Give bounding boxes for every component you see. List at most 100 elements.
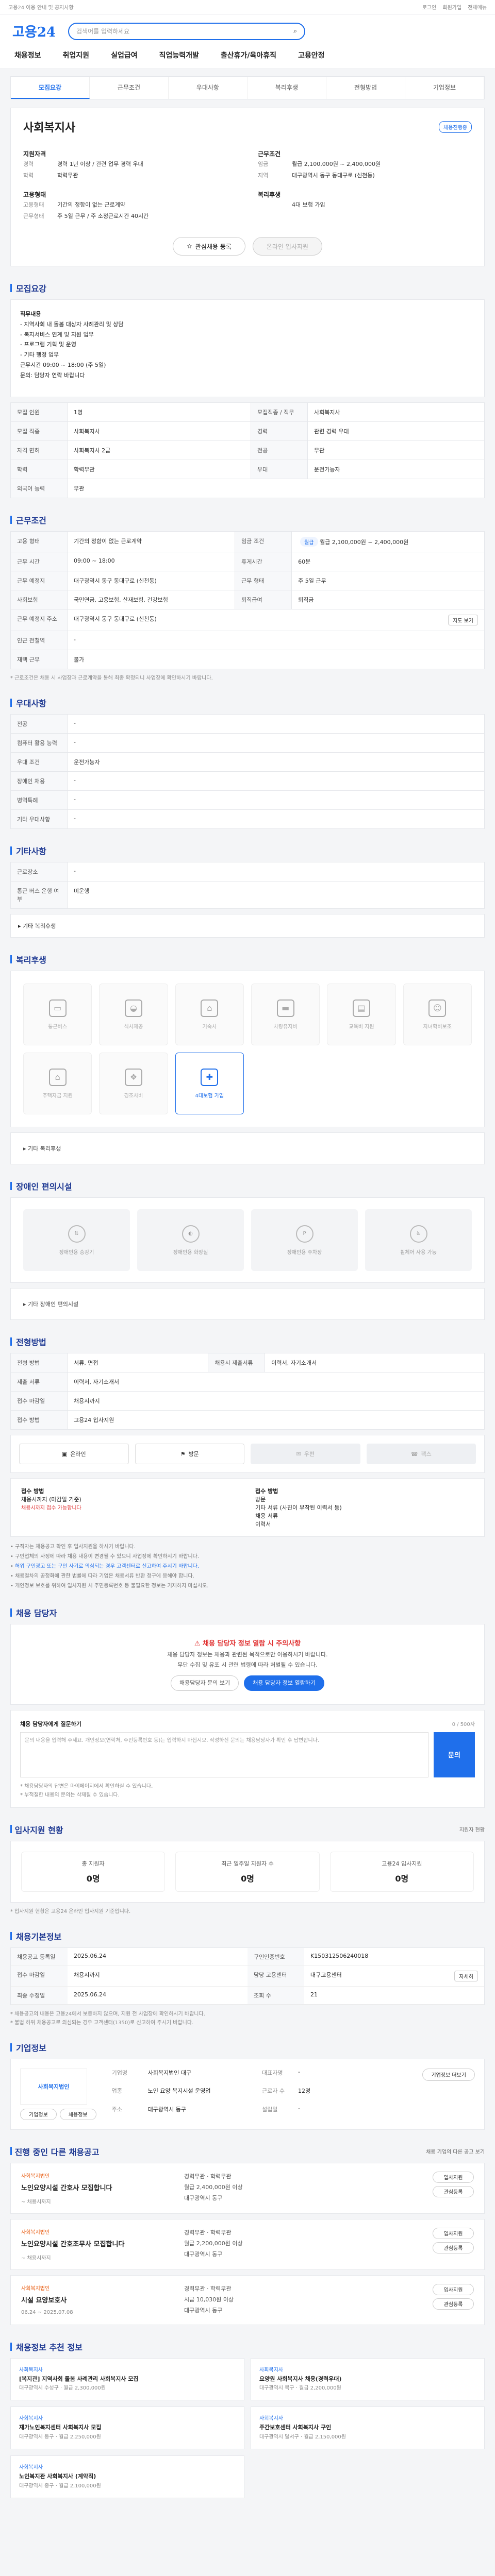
signup-link[interactable]: 회원가입 xyxy=(442,3,461,11)
other-welfare-text: 기타 복리후생 xyxy=(23,923,56,929)
login-link[interactable]: 로그인 xyxy=(422,3,437,11)
company-info-link[interactable]: 기업정보 xyxy=(20,2108,57,2120)
star-icon: ☆ xyxy=(187,243,192,250)
global-nav: 채용정보 취업지원 실업급여 직업능력개발 출산휴가/육아휴직 고용안정 xyxy=(12,47,483,63)
table-row: 컴퓨터 활용 능력 - xyxy=(10,733,485,753)
tab-preference[interactable]: 우대사항 xyxy=(169,77,248,99)
region-label: 지역 xyxy=(258,172,269,179)
rec-title[interactable]: 주간보호센터 사회복지사 구인 xyxy=(259,2423,476,2433)
rec-title[interactable]: 요양원 사회복지사 채용(경력우대) xyxy=(259,2375,476,2384)
recommend-card[interactable]: 사회복지사 주간보호센터 사회복지사 구인 대구광역시 달서구 · 월급 2,150… xyxy=(251,2406,485,2450)
table-row: 학력 학력무관 우대 운전가능자 xyxy=(10,460,485,479)
welfare-item: ❖ 경조사비 xyxy=(99,1053,168,1114)
welfare-item: ◒ 식사제공 xyxy=(99,984,168,1045)
gnb-item-support[interactable]: 취업지원 xyxy=(63,47,90,63)
row-value: - xyxy=(67,631,485,650)
job-apply-button[interactable]: 입사지원 xyxy=(433,2171,474,2183)
stats-section-title: 입사지원 현황 지원자 현황 xyxy=(10,1823,485,1836)
company-more-button[interactable]: 기업정보 더보기 xyxy=(422,2068,475,2081)
other-title-text: 기타사항 xyxy=(16,846,46,856)
tab-company[interactable]: 기업정보 xyxy=(405,77,484,99)
job-apply-button[interactable]: 입사지원 xyxy=(433,2283,474,2295)
job-scrap-button[interactable]: 관심등록 xyxy=(433,2242,474,2253)
method-visit[interactable]: ⚑ 방문 xyxy=(135,1444,244,1464)
welfare-label: 주택자금 지원 xyxy=(42,1093,73,1099)
notice-list: • 구직자는 채용공고 확인 후 입사지원을 하시기 바랍니다. • 구인업체의… xyxy=(10,1542,485,1591)
row-value: 1명 xyxy=(67,402,251,422)
disability-item: ⇅ 장애인용 승강기 xyxy=(23,1209,130,1271)
recommend-card[interactable]: 사회복지사 요양원 사회복지사 채용(경력우대) 대구광역시 북구 · 월급 2,2… xyxy=(251,2358,485,2401)
tab-method[interactable]: 전형방법 xyxy=(326,77,405,99)
gnb-item-benefit[interactable]: 실업급여 xyxy=(111,47,138,63)
row-key: 전공 xyxy=(10,714,68,734)
tab-welfare[interactable]: 복리후생 xyxy=(248,77,326,99)
method-title-text: 전형방법 xyxy=(16,1337,46,1347)
footer-spacer xyxy=(10,2498,485,2509)
row-value: 미운행 xyxy=(67,881,485,909)
contact-view-button[interactable]: 채용 담당자 정보 열람하기 xyxy=(244,1675,324,1691)
gnb-item-jobs[interactable]: 채용정보 xyxy=(14,47,41,63)
gnb-item-training[interactable]: 직업능력개발 xyxy=(159,47,199,63)
inquiry-textarea[interactable]: 문의 내용을 입력해 주세요. 개인정보(연락처, 주민등록번호 등)는 입력하… xyxy=(20,1732,428,1777)
region-value: 대구광역시 동구 동대구로 (신천동) xyxy=(292,172,375,179)
notice-text[interactable]: 고용24 이용 안내 및 공지사항 xyxy=(8,3,416,11)
co-value: 노인 요양 복지시설 운영업 xyxy=(147,2088,211,2095)
job-card[interactable]: 사회복지법인 시설 요양보호사 06.24 ~ 2025.07.08 경력무관 · … xyxy=(10,2275,485,2325)
job-title-link[interactable]: 노인요양시설 간호조무사 모집합니다 xyxy=(21,2239,176,2248)
inquiry-submit-button[interactable]: 문의 xyxy=(434,1732,475,1777)
job-date: 06.24 ~ 2025.07.08 xyxy=(21,2309,73,2315)
table-row: 고용 형태 기간의 정함이 없는 근로계약 임금 조건 월급 월급 2,100,000… xyxy=(10,531,485,552)
rec-category: 사회복지사 xyxy=(19,2465,43,2471)
conditions-note: * 근로조건은 채용 시 사업장과 근로계약을 통해 최종 확정되니 사업장에 … xyxy=(10,675,213,681)
recommend-card[interactable]: 사회복지사 [복지관] 지역사회 돌봄 사례관리 사회복지사 모집 대구광역시 수성… xyxy=(10,2358,244,2401)
job-title-link[interactable]: 시설 요양보호사 xyxy=(21,2295,176,2304)
job-scrap-button[interactable]: 관심등록 xyxy=(433,2185,474,2197)
tab-recruit[interactable]: 모집요강 xyxy=(11,77,90,99)
stat-value: 0명 xyxy=(241,1873,254,1884)
gnb-item-stability[interactable]: 고용안정 xyxy=(298,47,325,63)
company-jobs-link[interactable]: 채용정보 xyxy=(59,2108,96,2120)
welfare-other: ▸ 기타 복리후생 xyxy=(10,1132,485,1164)
row-value: 60분 xyxy=(291,552,485,571)
job-scrap-button[interactable]: 관심등록 xyxy=(433,2298,474,2310)
car-icon: ▬ xyxy=(276,999,294,1017)
rec-title[interactable]: 재가노인복지센터 사회복지사 모집 xyxy=(19,2423,236,2433)
basic-more-button[interactable]: 자세히 xyxy=(454,1970,478,1981)
job-title-link[interactable]: 노인요양시설 간호사 모집합니다 xyxy=(21,2182,176,2192)
apply-button[interactable]: 온라인 입사지원 xyxy=(252,237,322,256)
gnb-item-leave[interactable]: 출산휴가/육아휴직 xyxy=(221,47,276,63)
search-input[interactable]: 검색어를 입력하세요 ⌕ xyxy=(68,22,306,40)
method-online[interactable]: ▣ 온라인 xyxy=(19,1444,129,1464)
all-menu-link[interactable]: 전체메뉴 xyxy=(468,3,487,11)
search-icon[interactable]: ⌕ xyxy=(293,27,297,35)
jobs-more-link[interactable]: 채용 기업의 다른 공고 보기 xyxy=(426,2147,485,2155)
stat-label: 고용24 입사지원 xyxy=(382,1860,422,1867)
other-welfare-link[interactable]: ▸ 기타 복리후생 xyxy=(10,914,485,938)
row-key: 경력 xyxy=(250,421,308,441)
welfare-label: 자녀학비보조 xyxy=(423,1024,452,1030)
desc-line: 직무내용 xyxy=(20,311,41,317)
rec-title[interactable]: [복지관] 지역사회 돌봄 사례관리 사회복지사 모집 xyxy=(19,2375,236,2384)
tab-conditions[interactable]: 근무조건 xyxy=(90,77,169,99)
job-apply-button[interactable]: 입사지원 xyxy=(433,2227,474,2239)
preference-title-text: 우대사항 xyxy=(16,699,46,708)
job-card[interactable]: 사회복지법인 노인요양시설 간호사 모집합니다 ~ 채용시까지 경력무관 · 학력무… xyxy=(10,2162,485,2214)
method-label: 방문 xyxy=(188,1451,199,1458)
contact-inquiry-button[interactable]: 채용담당자 문의 보기 xyxy=(171,1675,239,1691)
rec-title[interactable]: 노인복지관 사회복지사 (계약직) xyxy=(19,2472,236,2482)
scrap-button[interactable]: ☆ 관심채용 등록 xyxy=(173,237,245,256)
recommend-card[interactable]: 사회복지사 노인복지관 사회복지사 (계약직) 대구광역시 중구 · 월급 2,10… xyxy=(10,2455,244,2498)
jobs-section-title: 진행 중인 다른 채용공고 채용 기업의 다른 공고 보기 xyxy=(10,2145,485,2158)
row-value: 주 5일 근무 xyxy=(291,571,485,590)
career-label: 경력 xyxy=(23,161,34,167)
row-value: 채용시까지 xyxy=(67,1391,485,1411)
title-bar xyxy=(10,2342,12,2351)
map-button[interactable]: 지도 보기 xyxy=(448,615,478,625)
recommend-card[interactable]: 사회복지사 재가노인복지센터 사회복지사 모집 대구광역시 동구 · 월급 2,25… xyxy=(10,2406,244,2450)
stats-more-link[interactable]: 지원자 현황 xyxy=(459,1825,485,1833)
welfare-item: ⌂ 기숙사 xyxy=(175,984,244,1045)
job-card[interactable]: 사회복지법인 노인요양시설 간호조무사 모집합니다 ~ 채용시까지 경력무관 · 학… xyxy=(10,2218,485,2270)
job-company: 사회복지법인 xyxy=(21,2173,50,2179)
wage-label: 임금 xyxy=(258,161,269,167)
site-logo[interactable]: 고용24 xyxy=(12,22,56,41)
